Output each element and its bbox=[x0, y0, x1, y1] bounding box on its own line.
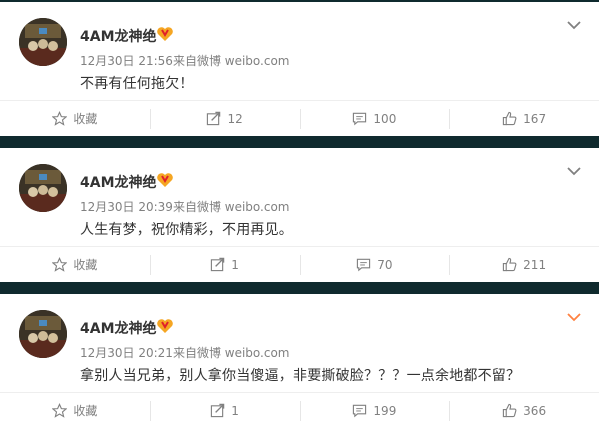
star-icon bbox=[52, 257, 68, 272]
vip-badge-icon bbox=[156, 318, 174, 334]
post-meta: 12月30日 20:39来自微博 weibo.com bbox=[80, 198, 289, 215]
like-button[interactable]: 167 bbox=[449, 101, 599, 136]
username[interactable]: 4AM龙神绝 bbox=[80, 318, 157, 338]
post-source: 来自微博 weibo.com bbox=[172, 54, 290, 68]
like-button[interactable]: 366 bbox=[449, 393, 599, 428]
comment-count: 70 bbox=[377, 257, 393, 272]
comment-button[interactable]: 70 bbox=[299, 247, 450, 282]
weibo-post-card: 4AM龙神绝 12月30日 20:39来自微博 weibo.com 人生有梦，祝… bbox=[0, 148, 599, 282]
comment-count: 100 bbox=[373, 111, 397, 126]
comment-button[interactable]: 100 bbox=[299, 101, 450, 136]
post-actions: 收藏 12 100 167 bbox=[0, 101, 599, 136]
like-count: 211 bbox=[523, 257, 547, 272]
username[interactable]: 4AM龙神绝 bbox=[80, 172, 157, 192]
favorite-label: 收藏 bbox=[73, 112, 98, 126]
post-actions: 收藏 1 70 211 bbox=[0, 247, 599, 282]
repost-count: 12 bbox=[227, 111, 243, 126]
post-meta: 12月30日 21:56来自微博 weibo.com bbox=[80, 52, 289, 69]
post-content: 不再有任何拖欠！ bbox=[80, 76, 194, 92]
favorite-button[interactable]: 收藏 bbox=[0, 247, 150, 282]
post-source: 来自微博 weibo.com bbox=[172, 346, 290, 360]
like-count: 167 bbox=[523, 111, 547, 126]
favorite-label: 收藏 bbox=[73, 258, 98, 272]
avatar[interactable] bbox=[19, 18, 67, 66]
repost-icon bbox=[211, 257, 225, 272]
chevron-down-icon[interactable] bbox=[567, 166, 581, 176]
post-time[interactable]: 12月30日 20:21 bbox=[80, 346, 173, 360]
star-icon bbox=[52, 111, 68, 126]
username[interactable]: 4AM龙神绝 bbox=[80, 26, 157, 46]
comment-icon bbox=[353, 404, 367, 418]
chevron-down-icon[interactable] bbox=[567, 20, 581, 30]
repost-icon bbox=[211, 403, 225, 418]
post-source: 来自微博 weibo.com bbox=[172, 200, 290, 214]
post-meta: 12月30日 20:21来自微博 weibo.com bbox=[80, 344, 289, 361]
repost-button[interactable]: 1 bbox=[149, 247, 300, 282]
favorite-label: 收藏 bbox=[73, 404, 98, 418]
like-count: 366 bbox=[523, 403, 547, 418]
post-time[interactable]: 12月30日 21:56 bbox=[80, 54, 173, 68]
repost-button[interactable]: 1 bbox=[149, 393, 300, 428]
chevron-down-icon[interactable] bbox=[567, 312, 581, 322]
avatar[interactable] bbox=[19, 164, 67, 212]
vip-badge-icon bbox=[156, 26, 174, 42]
favorite-button[interactable]: 收藏 bbox=[0, 393, 150, 428]
comment-icon bbox=[353, 112, 367, 126]
repost-count: 1 bbox=[231, 257, 239, 272]
vip-badge-icon bbox=[156, 172, 174, 188]
weibo-post-card: 4AM龙神绝 12月30日 21:56来自微博 weibo.com 不再有任何拖… bbox=[0, 2, 599, 136]
star-icon bbox=[52, 403, 68, 418]
repost-icon bbox=[207, 111, 221, 126]
thumbs-up-icon bbox=[503, 403, 517, 418]
comment-count: 199 bbox=[373, 403, 397, 418]
favorite-button[interactable]: 收藏 bbox=[0, 101, 150, 136]
comment-button[interactable]: 199 bbox=[299, 393, 450, 428]
post-time[interactable]: 12月30日 20:39 bbox=[80, 200, 173, 214]
post-actions: 收藏 1 199 366 bbox=[0, 393, 599, 428]
thumbs-up-icon bbox=[503, 111, 517, 126]
weibo-post-card: 4AM龙神绝 12月30日 20:21来自微博 weibo.com 拿别人当兄弟… bbox=[0, 294, 599, 433]
post-content: 人生有梦，祝你精彩，不用再见。 bbox=[80, 222, 293, 238]
like-button[interactable]: 211 bbox=[449, 247, 599, 282]
post-content: 拿别人当兄弟，别人拿你当傻逼，非要撕破脸？？？一点余地都不留？ bbox=[80, 368, 521, 384]
repost-count: 1 bbox=[231, 403, 239, 418]
thumbs-up-icon bbox=[503, 257, 517, 272]
repost-button[interactable]: 12 bbox=[149, 101, 300, 136]
avatar[interactable] bbox=[19, 310, 67, 358]
comment-icon bbox=[357, 258, 371, 272]
